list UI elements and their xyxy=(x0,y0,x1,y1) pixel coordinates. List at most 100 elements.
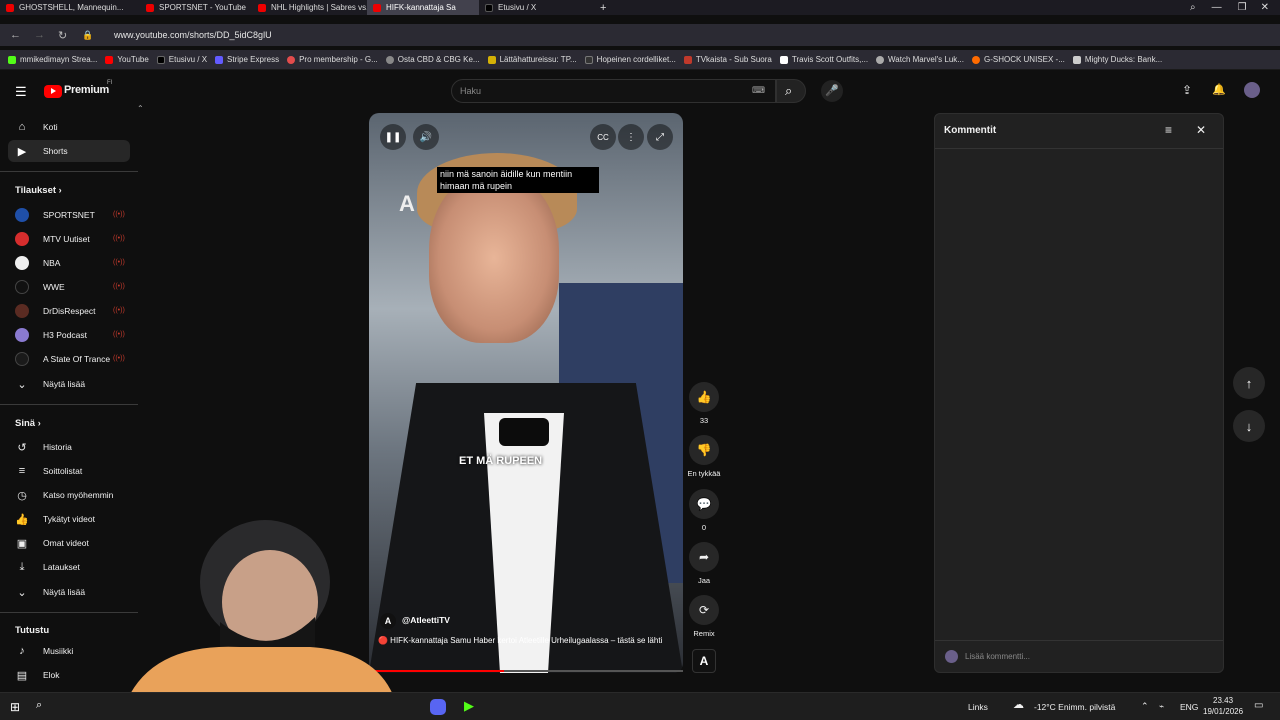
discord-icon[interactable] xyxy=(430,699,446,715)
search-button[interactable]: ⌕ xyxy=(776,79,806,103)
collapse-icon[interactable]: ⌃ xyxy=(137,104,144,113)
bookmark[interactable]: Etusivu / X xyxy=(156,55,207,64)
live-icon: ((•)) xyxy=(113,211,125,218)
bookmark[interactable]: Watch Marvel's Luk... xyxy=(876,55,964,64)
windows-start-icon[interactable]: ⊞ xyxy=(10,700,20,714)
subscriptions-heading[interactable]: Tilaukset › xyxy=(15,185,62,196)
url-text[interactable]: www.youtube.com/shorts/DD_5idC8glU xyxy=(114,30,272,40)
pause-button[interactable]: ❚❚ xyxy=(380,124,406,150)
sound-thumbnail[interactable]: A xyxy=(692,649,716,673)
film-icon: ▤ xyxy=(16,669,28,682)
browser-tab-active[interactable]: HIFK-kannattaja Sa xyxy=(367,0,479,15)
sidebar-item-nba[interactable]: NBA xyxy=(8,252,130,274)
more-options-button[interactable]: ⋮ xyxy=(618,124,644,150)
search-icon[interactable]: ⌕ xyxy=(36,699,42,712)
bookmark[interactable]: Mighty Ducks: Bank... xyxy=(1072,55,1162,64)
minimize-icon[interactable]: — xyxy=(1212,2,1222,13)
search-placeholder: Haku xyxy=(460,86,482,96)
browser-tab[interactable]: GHOSTSHELL, Mannequin... xyxy=(0,0,140,15)
shop-icon xyxy=(584,55,593,64)
volume-button[interactable]: 🔊 xyxy=(413,124,439,150)
language-indicator[interactable]: ENG xyxy=(1180,702,1198,712)
sidebar-item-wwe[interactable]: WWE xyxy=(8,276,130,298)
like-button[interactable]: 👍 33 xyxy=(684,382,724,425)
app-icon[interactable]: ▶ xyxy=(464,698,474,714)
you-heading[interactable]: Sinä › xyxy=(15,418,41,429)
clock-date[interactable]: 19/01/2026 xyxy=(1203,707,1243,716)
previous-short-button[interactable]: ↑ xyxy=(1233,367,1265,399)
youtube-icon xyxy=(373,3,381,12)
volume-icon: 🔊 xyxy=(419,131,433,143)
channel-name[interactable]: @AtleettiTV xyxy=(402,615,450,625)
comments-title: Kommentit xyxy=(944,125,997,136)
notification-center-icon[interactable]: ▭ xyxy=(1254,700,1263,711)
add-comment-input[interactable]: Lisää kommentti... xyxy=(965,652,1030,661)
microphone-icon[interactable]: 🎤 xyxy=(821,80,843,102)
tab-title: GHOSTSHELL, Mannequin... xyxy=(19,3,124,12)
sidebar-item-label: Tykätyt videot xyxy=(43,514,95,524)
bookmark[interactable]: TVkaista - Sub Suora xyxy=(683,55,772,64)
search-icon[interactable]: ⌕ xyxy=(1190,2,1196,13)
forward-icon[interactable]: → xyxy=(34,29,48,41)
clock-time[interactable]: 23.43 xyxy=(1213,696,1233,705)
shorts-video-player[interactable]: A xyxy=(369,113,683,673)
video-title[interactable]: 🔴 HIFK-kannattaja Samu Haber kertoi Atle… xyxy=(378,635,674,646)
sidebar-item-drdisrespect[interactable]: DrDisRespect xyxy=(8,300,130,322)
sidebar-item-mtv-uutiset[interactable]: MTV Uutiset xyxy=(8,228,130,250)
back-icon[interactable]: ← xyxy=(10,29,24,41)
new-tab-button[interactable]: + xyxy=(594,0,614,15)
video-progress-bar[interactable] xyxy=(369,670,683,672)
bookmark[interactable]: G-SHOCK UNISEX -... xyxy=(971,55,1065,64)
sidebar-item-playlists[interactable]: ≡ Soittolistat xyxy=(8,460,130,482)
bookmark[interactable]: YouTube xyxy=(105,55,149,64)
reload-icon[interactable]: ↻ xyxy=(58,29,72,42)
weather-icon: ☁ xyxy=(1013,699,1024,711)
bookmark[interactable]: Lättähattureissu: TP... xyxy=(487,55,577,64)
browser-tab[interactable]: SPORTSNET - YouTube xyxy=(140,0,252,15)
sort-icon[interactable]: ≡ xyxy=(1165,123,1172,137)
sidebar-item-home[interactable]: ⌂ Koti xyxy=(8,116,130,138)
sidebar-item-sportsnet[interactable]: SPORTSNET xyxy=(8,204,130,226)
bookmark[interactable]: Osta CBD & CBG Ke... xyxy=(385,55,480,64)
bookmark[interactable]: Hopeinen cordelliket... xyxy=(584,55,676,64)
remix-button[interactable]: ⟳ Remix xyxy=(684,595,724,638)
links-toolbar[interactable]: Links xyxy=(968,702,988,712)
youtube-logo-icon[interactable] xyxy=(44,85,62,98)
upload-icon[interactable]: ⇪ xyxy=(1182,83,1192,97)
share-button[interactable]: ➦ Jaa xyxy=(684,542,724,585)
chevron-up-icon[interactable]: ⌃ xyxy=(1141,701,1149,712)
weather-text[interactable]: -12°C Enimm. pilvistä xyxy=(1034,702,1115,712)
bookmark[interactable]: Pro membership - G... xyxy=(287,55,378,64)
close-icon[interactable]: ✕ xyxy=(1261,2,1269,13)
search-input[interactable]: Haku ⌨ xyxy=(451,79,776,103)
next-short-button[interactable]: ↓ xyxy=(1233,410,1265,442)
fullscreen-button[interactable]: ⤢ xyxy=(647,124,673,150)
browser-tab[interactable]: NHL Highlights | Sabres vs... xyxy=(252,0,367,15)
bookmark-label: Osta CBD & CBG Ke... xyxy=(397,55,480,64)
sidebar-item-a-state-of-trance[interactable]: A State Of Trance xyxy=(8,348,130,370)
live-icon: ((•)) xyxy=(113,355,125,362)
close-icon[interactable]: ✕ xyxy=(1196,123,1206,137)
show-more-subscriptions[interactable]: ⌄ Näytä lisää xyxy=(8,373,130,395)
bookmark[interactable]: Travis Scott Outfits,... xyxy=(779,55,868,64)
sidebar-item-history[interactable]: ↺ Historia xyxy=(8,436,130,458)
sidebar-item-label: Näytä lisää xyxy=(43,587,86,597)
bookmark[interactable]: Stripe Express xyxy=(215,55,279,64)
sidebar-item-shorts[interactable]: ▶ Shorts xyxy=(8,140,130,162)
tab-title: Etusivu / X xyxy=(498,3,537,12)
thumbs-up-icon: 👍 xyxy=(689,382,719,412)
comments-button[interactable]: 💬 0 xyxy=(684,489,724,532)
shorts-icon: ▶ xyxy=(17,145,27,158)
network-icon[interactable]: ⌁ xyxy=(1159,701,1164,712)
bookmark[interactable]: mmikedimayn Strea... xyxy=(8,55,97,64)
restore-icon[interactable]: ❐ xyxy=(1238,2,1247,13)
captions-button[interactable]: CC xyxy=(590,124,616,150)
account-avatar[interactable] xyxy=(1244,82,1260,98)
sidebar-item-watch-later[interactable]: ◷ Katso myöhemmin xyxy=(8,484,130,506)
notifications-icon[interactable]: 🔔 xyxy=(1212,83,1226,96)
sidebar-item-h3-podcast[interactable]: H3 Podcast xyxy=(8,324,130,346)
browser-tab[interactable]: Etusivu / X xyxy=(479,0,594,15)
dislike-button[interactable]: 👎 En tykkää xyxy=(684,435,724,478)
menu-icon[interactable]: ☰ xyxy=(15,84,27,100)
keyboard-icon[interactable]: ⌨ xyxy=(752,85,765,96)
